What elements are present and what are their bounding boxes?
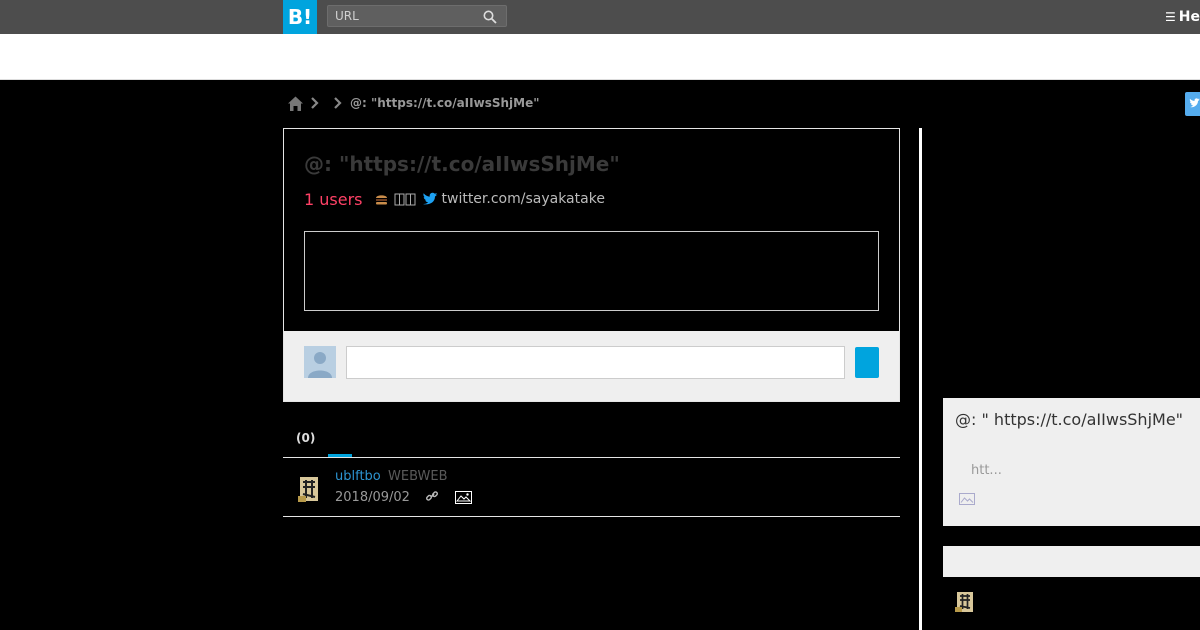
chevron-right-icon [334,97,342,109]
bookmark-username[interactable]: ublftbo [335,469,381,484]
related-entry-card[interactable]: @: " https://t.co/aIIwsShjMe" htt... [943,398,1200,526]
avatar[interactable] [296,474,322,504]
search-input[interactable] [328,6,492,26]
default-user-icon [304,346,336,378]
add-bookmark-button[interactable] [855,347,879,378]
image-icon[interactable] [455,491,472,504]
global-header: B! ☰He [0,0,1200,34]
list-item: ublftbo WEBWEB 2018/09/02 [283,458,900,517]
hamburger-icon [375,194,387,204]
entry-summary [304,231,879,311]
breadcrumb: @: "https://t.co/aIIwsShjMe" [287,93,539,113]
user-menu[interactable]: ☰ He [1165,9,1200,25]
source-host[interactable]: twitter.com/sayakatake [442,191,605,207]
entry-card: @: "https://t.co/aIIwsShjMe" 1 users twi… [283,128,900,402]
hatena-logo[interactable]: B! [283,0,317,34]
user-menu-label: He [1178,9,1200,25]
bookmark-tags[interactable]: WEBWEB [388,469,448,484]
chevron-right-icon [311,97,319,109]
entry-meta: 1 users twitter.com/sayakatake [304,189,605,209]
twitter-share-button[interactable] [1185,92,1200,116]
banner-strip [0,34,1200,80]
menu-icon: ☰ [1165,10,1176,24]
search-icon[interactable] [483,10,497,24]
tab-bookmarks-count[interactable]: (0) [296,431,315,445]
avatar[interactable] [954,590,976,614]
link-icon[interactable] [425,489,439,503]
sidebar-panel-header [943,546,1200,577]
breadcrumb-current: @: "https://t.co/aIIwsShjMe" [350,96,540,110]
comment-input[interactable] [346,346,845,379]
search-box[interactable] [327,5,507,27]
box-icon [394,193,415,205]
home-icon[interactable] [287,95,304,112]
related-entry-snippet: htt... [971,463,1002,478]
twitter-bird-icon [422,192,437,205]
entry-title[interactable]: @: "https://t.co/aIIwsShjMe" [304,152,620,176]
related-entry-title[interactable]: @: " https://t.co/aIIwsShjMe" [955,408,1185,432]
comment-form [284,331,899,401]
bookmark-date[interactable]: 2018/09/02 [335,490,410,505]
avatar [304,346,336,378]
image-icon [959,493,975,505]
column-divider [919,128,922,630]
twitter-bird-icon [1189,98,1200,108]
users-count[interactable]: 1 users [304,190,363,209]
